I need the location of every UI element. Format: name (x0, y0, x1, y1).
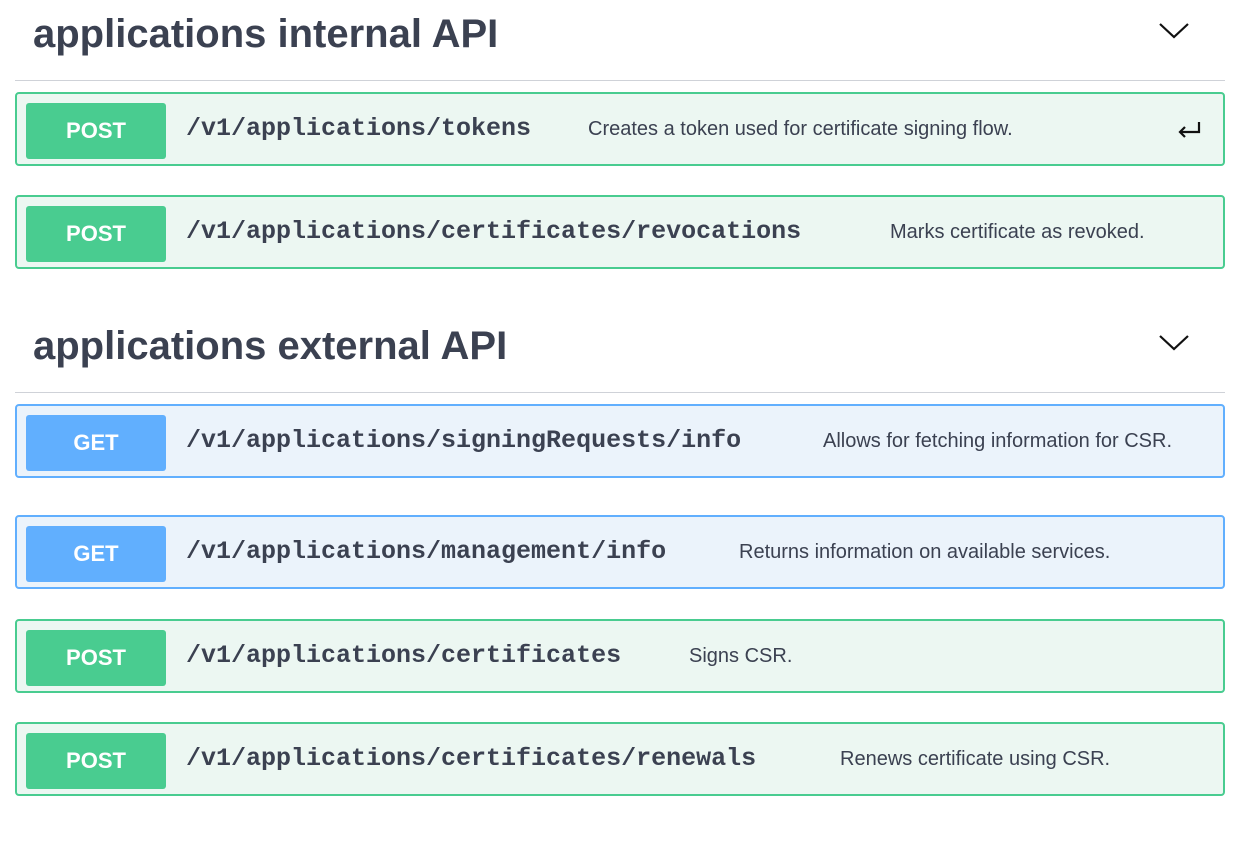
operation-path: /v1/applications/management/info (186, 537, 667, 566)
section-internal-api: applications internal API POST /v1/appli… (15, 0, 1225, 269)
operation-path: /v1/applications/certificates/renewals (186, 744, 757, 773)
section-title: applications internal API (33, 12, 499, 56)
operation-get-signing-requests-info[interactable]: GET /v1/applications/signingRequests/inf… (15, 404, 1225, 478)
section-title: applications external API (33, 324, 508, 368)
chevron-down-icon[interactable] (1157, 330, 1191, 354)
method-badge: POST (26, 630, 166, 686)
method-badge: POST (26, 206, 166, 262)
method-badge: POST (26, 103, 166, 159)
operation-path: /v1/applications/signingRequests/info (186, 426, 742, 455)
section-header-internal-api[interactable]: applications internal API (15, 0, 1225, 81)
operation-post-certificates[interactable]: POST /v1/applications/certificates Signs… (15, 619, 1225, 693)
operation-summary: Allows for fetching information for CSR. (823, 429, 1173, 452)
operation-summary: Marks certificate as revoked. (890, 220, 1145, 243)
operation-path: /v1/applications/certificates/revocation… (186, 217, 802, 246)
operation-summary: Renews certificate using CSR. (840, 747, 1111, 770)
operation-summary: Signs CSR. (689, 644, 793, 667)
return-arrow-icon (1178, 122, 1201, 138)
section-external-api: applications external API GET /v1/applic… (15, 312, 1225, 796)
operation-get-management-info[interactable]: GET /v1/applications/management/info Ret… (15, 515, 1225, 589)
method-badge: GET (26, 415, 166, 471)
operation-summary: Creates a token used for certificate sig… (588, 117, 1013, 140)
operation-post-renewals[interactable]: POST /v1/applications/certificates/renew… (15, 722, 1225, 796)
method-badge: POST (26, 733, 166, 789)
operation-path: /v1/applications/tokens (186, 114, 532, 143)
operation-post-tokens[interactable]: POST /v1/applications/tokens Creates a t… (15, 92, 1225, 166)
chevron-down-icon[interactable] (1157, 18, 1191, 42)
section-header-external-api[interactable]: applications external API (15, 312, 1225, 393)
method-badge: GET (26, 526, 166, 582)
operation-post-revocations[interactable]: POST /v1/applications/certificates/revoc… (15, 195, 1225, 269)
operation-summary: Returns information on available service… (739, 540, 1111, 563)
operation-path: /v1/applications/certificates (186, 641, 622, 670)
swagger-page: applications internal API POST /v1/appli… (0, 0, 1236, 842)
